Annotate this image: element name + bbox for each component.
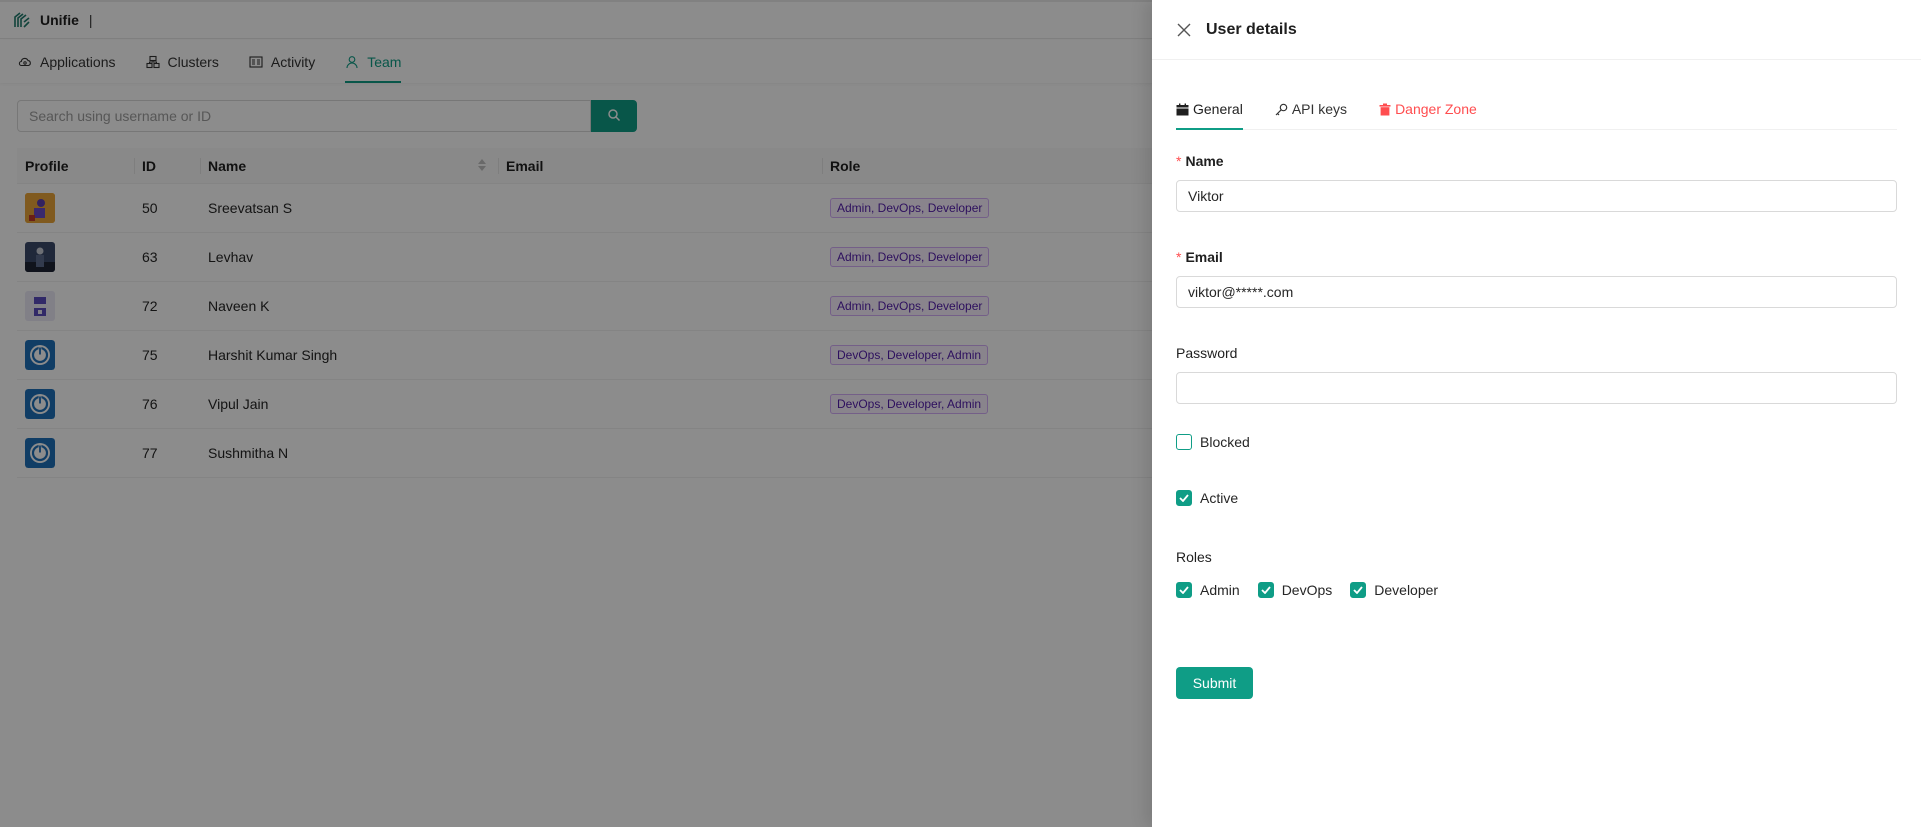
trash-icon	[1379, 103, 1391, 116]
email-field: * Email	[1176, 246, 1897, 342]
role-developer-label: Developer	[1374, 582, 1439, 598]
role-developer[interactable]: Developer	[1350, 582, 1438, 598]
key-icon	[1275, 103, 1288, 116]
role-devops[interactable]: DevOps	[1257, 582, 1333, 598]
active-field: Active	[1176, 480, 1897, 536]
blocked-checkbox-row[interactable]: Blocked	[1176, 434, 1897, 450]
checkmark-icon	[1179, 494, 1189, 502]
close-icon[interactable]	[1176, 22, 1192, 38]
password-input[interactable]	[1176, 372, 1897, 404]
roles-group: Admin DevOps Developer	[1176, 582, 1897, 598]
checkmark-icon	[1261, 586, 1271, 594]
name-label-text: Name	[1185, 153, 1224, 169]
active-label: Active	[1200, 490, 1239, 506]
password-field: Password	[1176, 342, 1897, 424]
calendar-icon	[1176, 103, 1189, 116]
blocked-field: Blocked	[1176, 424, 1897, 480]
tab-general-label: General	[1193, 101, 1243, 117]
roles-label-text: Roles	[1176, 549, 1212, 565]
checkmark-icon	[1353, 586, 1363, 594]
drawer-title: User details	[1206, 20, 1297, 38]
user-details-drawer: User details General API keys Danger Zon…	[1152, 0, 1921, 827]
drawer-tabs: General API keys Danger Zone	[1176, 90, 1897, 130]
email-label: * Email	[1176, 246, 1897, 268]
role-devops-label: DevOps	[1281, 582, 1333, 598]
required-mark: *	[1176, 153, 1182, 169]
email-label-text: Email	[1185, 249, 1223, 265]
name-field: * Name	[1176, 150, 1897, 246]
tab-danger-zone[interactable]: Danger Zone	[1379, 90, 1477, 128]
tab-api-keys[interactable]: API keys	[1275, 90, 1347, 128]
email-input[interactable]	[1176, 276, 1897, 308]
active-checkbox-row[interactable]: Active	[1176, 490, 1897, 506]
role-developer-checkbox[interactable]	[1350, 582, 1367, 598]
role-admin-label: Admin	[1200, 582, 1240, 598]
password-label: Password	[1176, 342, 1897, 364]
submit-button[interactable]: Submit	[1176, 667, 1253, 699]
required-mark: *	[1176, 249, 1182, 265]
role-admin-checkbox[interactable]	[1176, 582, 1192, 598]
password-label-text: Password	[1176, 345, 1238, 361]
tab-api-keys-label: API keys	[1291, 101, 1348, 117]
drawer-header: User details	[1152, 0, 1921, 60]
tab-general[interactable]: General	[1176, 90, 1243, 130]
name-label: * Name	[1176, 150, 1897, 172]
name-input[interactable]	[1176, 180, 1897, 212]
checkmark-icon	[1179, 586, 1189, 594]
role-admin[interactable]: Admin	[1176, 582, 1240, 598]
user-form: * Name * Email Password Blocked	[1176, 150, 1897, 598]
tab-danger-zone-label: Danger Zone	[1395, 101, 1477, 117]
role-devops-checkbox[interactable]	[1257, 582, 1274, 598]
roles-field: Roles Admin DevOps Developer	[1176, 536, 1897, 598]
active-checkbox[interactable]	[1176, 490, 1192, 506]
blocked-label: Blocked	[1200, 434, 1250, 450]
blocked-checkbox[interactable]	[1176, 434, 1192, 450]
roles-label: Roles	[1176, 546, 1897, 568]
